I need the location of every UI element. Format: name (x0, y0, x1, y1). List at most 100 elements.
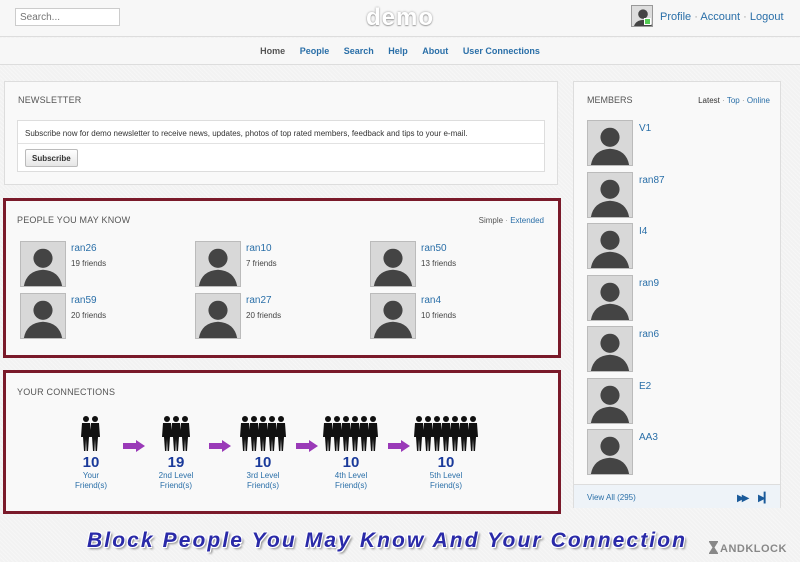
person-name-link[interactable]: ran59 (71, 295, 97, 306)
connection-label-line1[interactable]: 5th Level (411, 471, 481, 481)
nav-help[interactable]: Help (388, 46, 408, 56)
person-name-link[interactable]: ran27 (246, 295, 272, 306)
people-group-icon (411, 413, 481, 453)
last-page-icon[interactable]: ▶▎ (758, 493, 771, 504)
person-avatar[interactable] (195, 293, 241, 339)
hourglass-icon (709, 541, 718, 554)
member-item[interactable]: AA3 (587, 429, 767, 475)
member-avatar[interactable] (587, 120, 633, 166)
member-name-link[interactable]: ran87 (639, 175, 665, 186)
connection-label-line1[interactable]: 4th Level (316, 471, 386, 481)
person-card[interactable]: ran4 10 friends (370, 293, 540, 339)
connection-level[interactable]: 10 4th Level Friend(s) (316, 413, 386, 491)
members-footer: View All (295) ▶▶ ▶▎ (574, 484, 780, 508)
next-page-icon[interactable]: ▶▶ (737, 493, 750, 504)
person-avatar[interactable] (20, 241, 66, 287)
connection-label-line1[interactable]: 3rd Level (228, 471, 298, 481)
member-avatar[interactable] (587, 377, 633, 424)
member-avatar[interactable] (587, 171, 633, 218)
newsletter-panel: Subscribe now for demo newsletter to rec… (17, 120, 545, 172)
connection-count: 10 (82, 454, 100, 471)
member-avatar[interactable] (587, 274, 633, 321)
view-simple-link[interactable]: Simple (479, 216, 503, 225)
connection-level[interactable]: 10 5th Level Friend(s) (411, 413, 481, 491)
connection-level[interactable]: 10 Your Friend(s) (56, 413, 126, 491)
user-avatar[interactable] (631, 5, 653, 27)
member-name-link[interactable]: ran9 (639, 278, 659, 289)
member-name-link[interactable]: V1 (639, 123, 651, 134)
person-card[interactable]: ran10 7 friends (195, 241, 365, 287)
screenshot-caption: Block People You May Know And Your Conne… (87, 529, 688, 552)
member-name-link[interactable]: E2 (639, 381, 651, 392)
top-bar: demo Profile · Account · Logout (0, 0, 800, 37)
tab-top[interactable]: Top (727, 96, 740, 105)
connection-label-line2[interactable]: Friend(s) (56, 481, 126, 491)
site-logo[interactable]: demo (350, 4, 450, 32)
subscribe-button[interactable]: Subscribe (25, 149, 78, 167)
person-name-link[interactable]: ran50 (421, 243, 447, 254)
connection-count: 10 (342, 454, 360, 471)
person-name-link[interactable]: ran26 (71, 243, 97, 254)
person-avatar[interactable] (370, 241, 416, 287)
people-you-may-know-block: PEOPLE YOU MAY KNOW Simple · Extended ra… (6, 201, 558, 355)
person-card[interactable]: ran27 20 friends (195, 293, 365, 339)
connection-label-line1[interactable]: 2nd Level (141, 471, 211, 481)
tab-latest[interactable]: Latest (698, 96, 720, 105)
member-avatar[interactable] (587, 223, 633, 269)
person-avatar[interactable] (370, 293, 416, 339)
newsletter-title: NEWSLETTER (18, 95, 82, 105)
account-links: Profile · Account · Logout (660, 11, 784, 23)
member-item[interactable]: ran6 (587, 326, 767, 372)
person-card[interactable]: ran26 19 friends (20, 241, 190, 287)
logout-link[interactable]: Logout (750, 11, 784, 23)
member-item[interactable]: V1 (587, 120, 767, 166)
person-avatar[interactable] (195, 241, 241, 287)
person-name-link[interactable]: ran10 (246, 243, 272, 254)
nav-search[interactable]: Search (344, 46, 374, 56)
account-link[interactable]: Account (700, 11, 740, 23)
member-item[interactable]: ran87 (587, 171, 767, 218)
member-name-link[interactable]: AA3 (639, 432, 658, 443)
view-extended-link[interactable]: Extended (510, 216, 544, 225)
member-item[interactable]: ran9 (587, 274, 767, 321)
people-group-icon (56, 413, 126, 453)
member-avatar[interactable] (587, 429, 633, 475)
tab-online[interactable]: Online (747, 96, 770, 105)
your-connections-block: YOUR CONNECTIONS 10 Your Friend(s) 19 2n… (6, 373, 558, 511)
person-card[interactable]: ran59 20 friends (20, 293, 190, 339)
connection-label-line1[interactable]: Your (56, 471, 126, 481)
profile-link[interactable]: Profile (660, 11, 691, 23)
member-item[interactable]: I4 (587, 223, 767, 269)
member-name-link[interactable]: ran6 (639, 329, 659, 340)
search-input[interactable] (15, 8, 120, 26)
online-status-icon (644, 18, 651, 25)
member-name-link[interactable]: I4 (639, 226, 647, 237)
connection-count: 10 (254, 454, 272, 471)
member-item[interactable]: E2 (587, 377, 767, 424)
newsletter-text: Subscribe now for demo newsletter to rec… (25, 129, 468, 138)
nav-user-connections[interactable]: User Connections (463, 46, 540, 56)
members-title: MEMBERS (587, 95, 633, 105)
person-friend-count: 13 friends (421, 259, 457, 268)
members-block: MEMBERS Latest · Top · Online V1 ran87 I… (573, 81, 781, 508)
nav-people[interactable]: People (300, 46, 330, 56)
connection-level[interactable]: 10 3rd Level Friend(s) (228, 413, 298, 491)
connection-label-line2[interactable]: Friend(s) (141, 481, 211, 491)
your-connections-title: YOUR CONNECTIONS (17, 387, 116, 397)
member-avatar[interactable] (587, 326, 633, 372)
connection-level[interactable]: 19 2nd Level Friend(s) (141, 413, 211, 491)
watermark: ANDKLOCK (709, 541, 787, 555)
person-friend-count: 20 friends (71, 311, 107, 320)
nav-about[interactable]: About (422, 46, 448, 56)
person-card[interactable]: ran50 13 friends (370, 241, 540, 287)
connection-label-line2[interactable]: Friend(s) (411, 481, 481, 491)
person-avatar[interactable] (20, 293, 66, 339)
nav-home[interactable]: Home (260, 46, 285, 56)
person-name-link[interactable]: ran4 (421, 295, 441, 306)
main-nav: Home People Search Help About User Conne… (0, 38, 800, 65)
people-group-icon (141, 413, 211, 453)
connection-label-line2[interactable]: Friend(s) (316, 481, 386, 491)
view-all-link[interactable]: View All (295) (587, 493, 636, 502)
watermark-text: ANDKLOCK (720, 543, 787, 555)
connection-label-line2[interactable]: Friend(s) (228, 481, 298, 491)
